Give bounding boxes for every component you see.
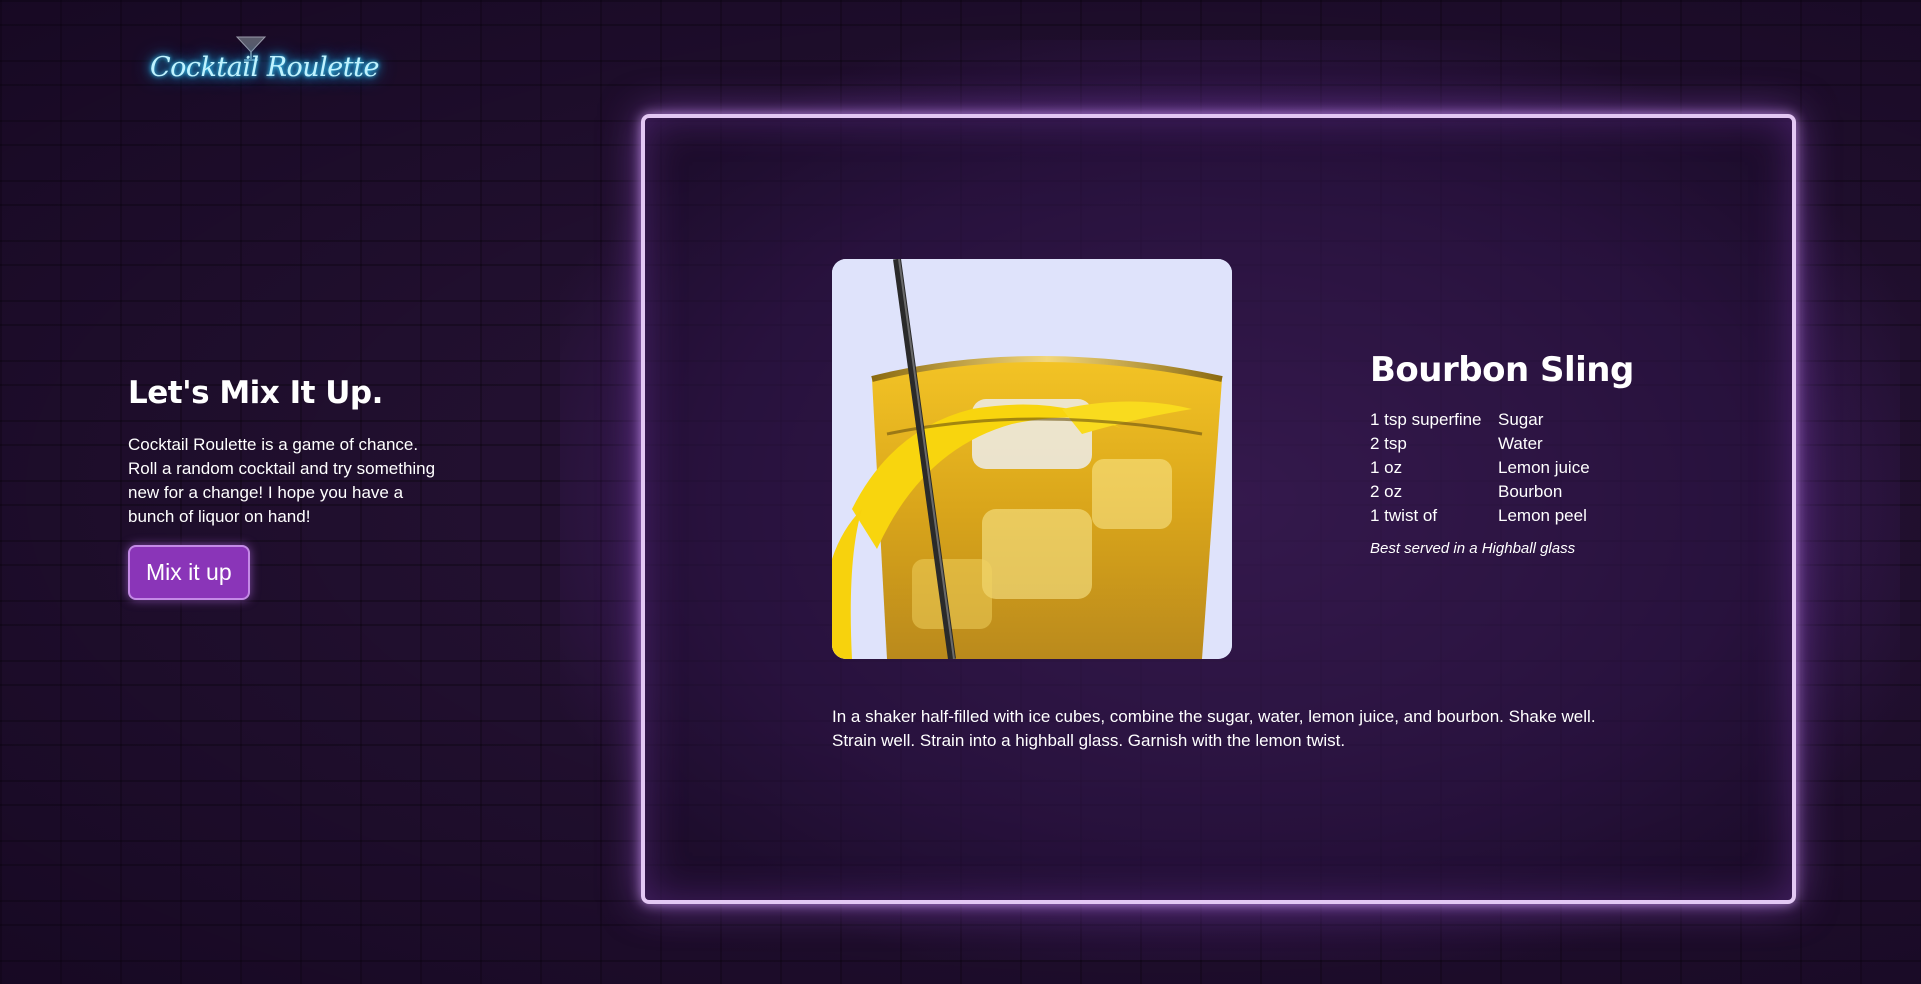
cocktail-photo <box>832 259 1232 659</box>
ingredient-name: Lemon peel <box>1498 506 1587 525</box>
logo-text: Cocktail Roulette <box>150 52 379 83</box>
drink-instructions: In a shaker half-filled with ice cubes, … <box>832 707 1596 750</box>
ingredient-measure: 1 twist of <box>1370 506 1438 525</box>
ingredient-name: Water <box>1498 434 1543 453</box>
ingredients-table: 1 tsp superfine Sugar 2 tsp Water 1 oz L… <box>1370 408 1590 528</box>
ingredient-row: 2 tsp Water <box>1370 432 1590 456</box>
serving-glass-note: Best served in a Highball glass <box>1370 540 1576 557</box>
mix-it-up-button[interactable]: Mix it up <box>128 545 250 600</box>
ingredient-measure: 1 tsp superfine <box>1370 410 1482 429</box>
ingredient-row: 1 twist of Lemon peel <box>1370 504 1590 528</box>
ingredient-measure: 2 tsp <box>1370 434 1407 453</box>
ingredient-measure: 2 oz <box>1370 482 1403 501</box>
ingredient-name: Bourbon <box>1498 482 1563 501</box>
cocktail-illustration <box>832 259 1232 659</box>
ingredient-row: 2 oz Bourbon <box>1370 480 1590 504</box>
ingredient-row: 1 tsp superfine Sugar <box>1370 408 1590 432</box>
intro-heading: Let's Mix It Up. <box>128 375 383 411</box>
ingredient-measure: 1 oz <box>1370 458 1403 477</box>
ingredient-name: Sugar <box>1498 410 1544 429</box>
intro-description: Cocktail Roulette is a game of chance. R… <box>128 435 436 526</box>
intro-section: Let's Mix It Up. Cocktail Roulette is a … <box>128 375 458 600</box>
logo[interactable]: Cocktail Roulette <box>150 30 379 100</box>
ingredient-name: Lemon juice <box>1498 458 1590 477</box>
drink-name: Bourbon Sling <box>1370 350 1634 390</box>
recipe-panel: Bourbon Sling 1 tsp superfine Sugar 2 ts… <box>1370 350 1730 557</box>
ingredient-row: 1 oz Lemon juice <box>1370 456 1590 480</box>
